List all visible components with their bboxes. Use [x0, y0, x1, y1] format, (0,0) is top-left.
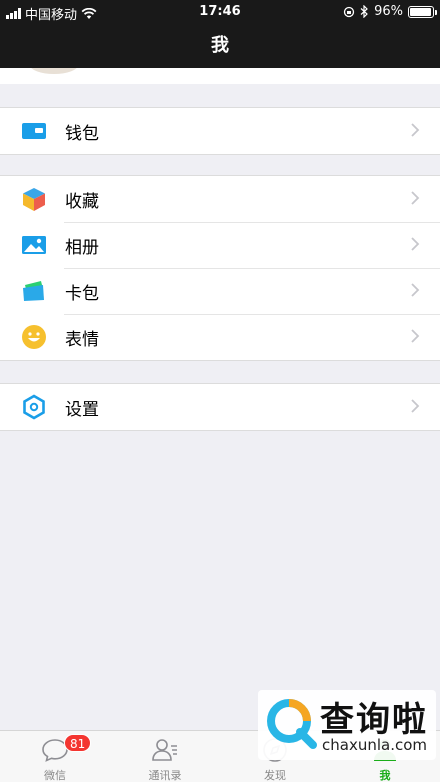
battery-icon [408, 5, 437, 18]
gear-icon [21, 394, 47, 420]
chevron-right-icon [411, 237, 420, 251]
chevron-right-icon [411, 283, 420, 297]
menu-label: 相册 [65, 237, 99, 258]
menu-group-wallet: 钱包 [0, 107, 440, 155]
tab-contacts[interactable]: 通讯录 [110, 731, 220, 782]
menu-label: 钱包 [65, 123, 99, 144]
status-bar: 中国移动 17:46 96% [0, 0, 440, 24]
profile-header[interactable] [0, 68, 440, 84]
chevron-right-icon [411, 329, 420, 343]
chevron-right-icon [411, 191, 420, 205]
watermark-url: chaxunla.com [322, 736, 427, 754]
menu-item-album[interactable]: 相册 [0, 222, 440, 268]
smiley-icon [21, 324, 47, 350]
tab-label: 我 [379, 769, 391, 782]
magnifier-logo-icon [267, 699, 317, 749]
watermark: 查询啦 chaxunla.com [258, 690, 436, 760]
page-title: 我 [0, 24, 440, 68]
tab-label: 通讯录 [148, 769, 182, 782]
watermark-title: 查询啦 [320, 700, 428, 740]
avatar [30, 68, 78, 74]
menu-item-stickers[interactable]: 表情 [0, 314, 440, 360]
menu-label: 设置 [65, 399, 99, 420]
menu-label: 收藏 [65, 191, 99, 212]
chevron-right-icon [411, 123, 420, 137]
menu-label: 卡包 [65, 283, 99, 304]
album-icon [21, 232, 47, 258]
favorites-cube-icon [21, 186, 47, 212]
chevron-right-icon [411, 399, 420, 413]
tab-label: 微信 [44, 769, 66, 782]
wallet-icon [21, 118, 47, 144]
menu-group-settings: 设置 [0, 383, 440, 431]
menu-item-cards[interactable]: 卡包 [0, 268, 440, 314]
tab-label: 发现 [264, 769, 286, 782]
menu-group-main: 收藏 相册 卡包 表情 [0, 175, 440, 361]
bluetooth-icon [360, 5, 368, 18]
unread-badge: 81 [64, 734, 92, 752]
menu-item-settings[interactable]: 设置 [0, 384, 440, 430]
rotation-lock-icon [343, 6, 355, 17]
tab-chats[interactable]: 81 微信 [0, 731, 110, 782]
contacts-icon [152, 739, 177, 761]
menu-label: 表情 [65, 329, 99, 350]
menu-item-wallet[interactable]: 钱包 [0, 108, 440, 154]
card-wallet-icon [21, 278, 47, 304]
battery-percent: 96% [374, 4, 403, 19]
menu-item-favorites[interactable]: 收藏 [0, 176, 440, 222]
